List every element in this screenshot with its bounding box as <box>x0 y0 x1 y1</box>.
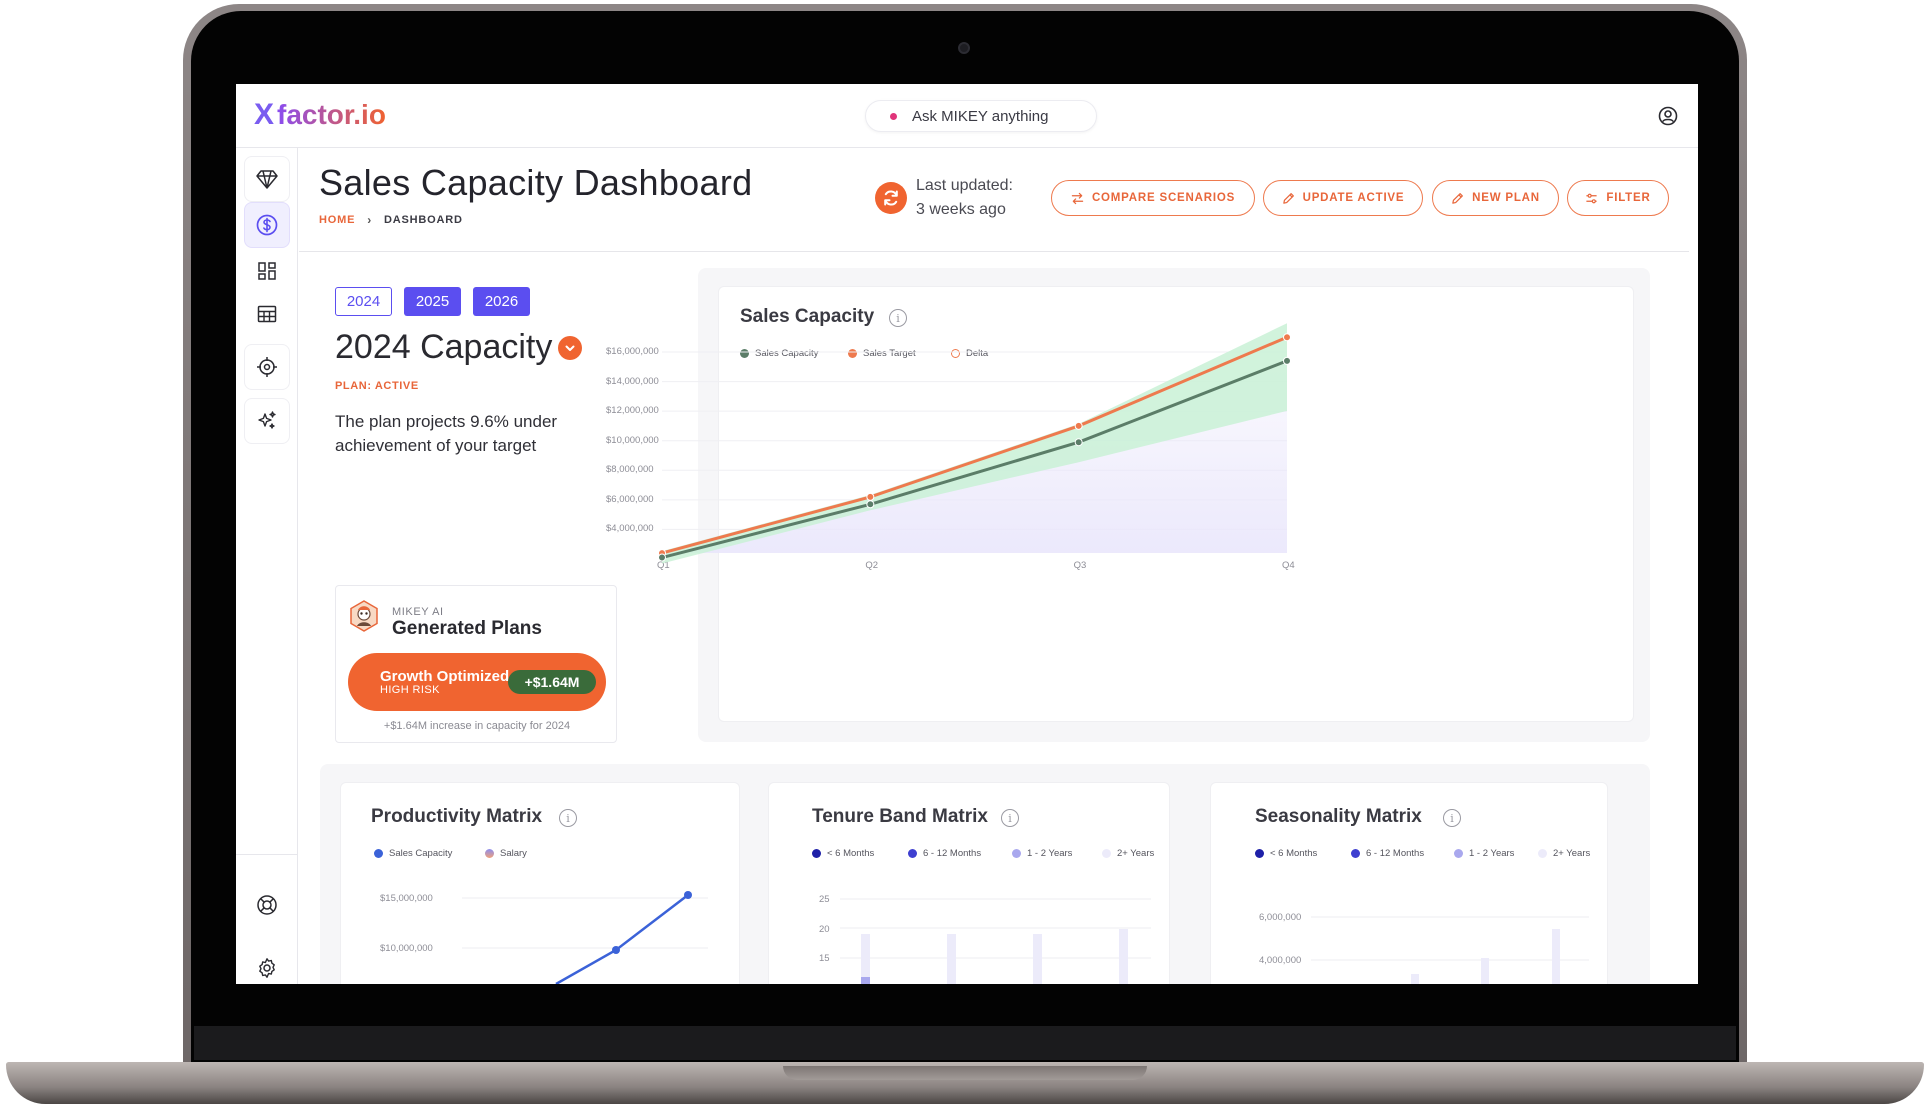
screen: X factor.io Ask MIKEY anything Sales Cap… <box>236 84 1698 984</box>
tenure-bar[interactable] <box>861 977 870 984</box>
tenure-bar[interactable] <box>861 934 870 984</box>
sales-target-point[interactable] <box>866 492 875 501</box>
productivity-line <box>555 894 689 984</box>
sales-target-point[interactable] <box>1074 421 1083 430</box>
productivity-point[interactable] <box>684 891 692 899</box>
charts-canvas <box>462 323 1589 984</box>
sales-target-point[interactable] <box>1283 333 1291 342</box>
tenure-bar[interactable] <box>1033 934 1042 984</box>
tenure-bar[interactable] <box>947 934 956 984</box>
sales-capacity-point[interactable] <box>866 500 875 509</box>
productivity-point[interactable] <box>612 946 620 954</box>
sales-capacity-point[interactable] <box>1074 438 1083 447</box>
sales-capacity-point[interactable] <box>1283 356 1291 365</box>
seasonality-bar[interactable] <box>1481 958 1489 984</box>
bezel-chin <box>194 1026 1736 1060</box>
tenure-bar[interactable] <box>1119 929 1128 984</box>
laptop-hinge-notch <box>783 1066 1147 1080</box>
camera <box>958 42 970 54</box>
sales-capacity-point[interactable] <box>658 553 666 562</box>
seasonality-bar[interactable] <box>1552 929 1560 984</box>
seasonality-bar[interactable] <box>1411 974 1419 984</box>
